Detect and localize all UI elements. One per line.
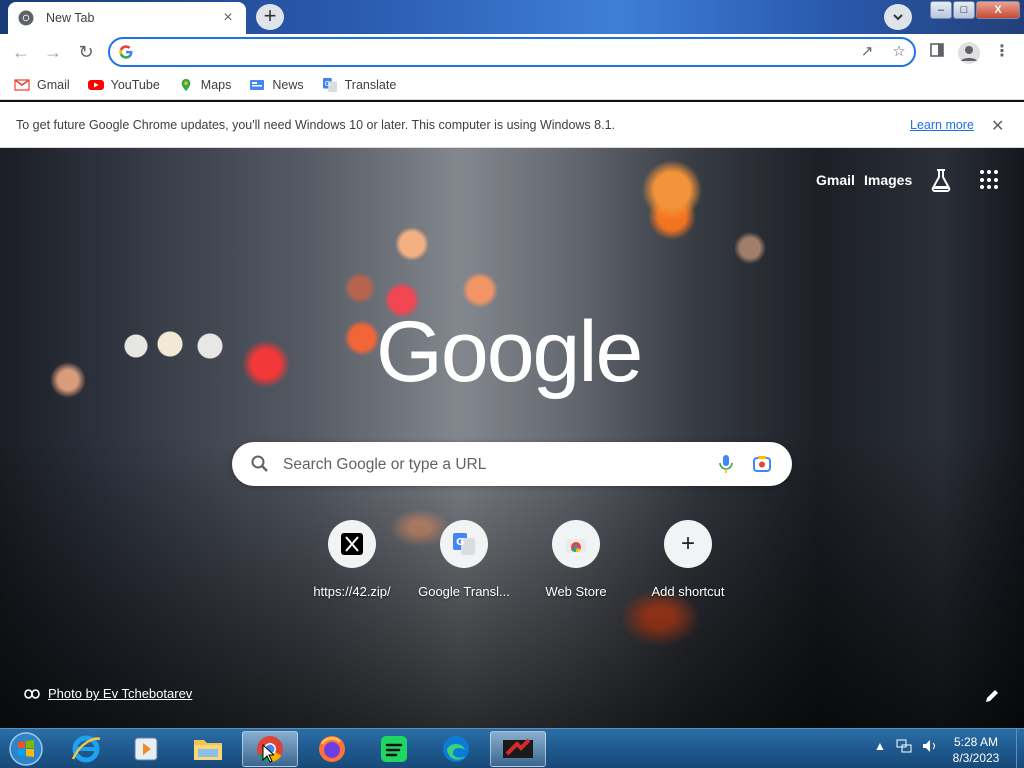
google-translate-icon: G — [453, 533, 475, 555]
microphone-icon[interactable] — [718, 454, 734, 474]
minimize-button[interactable]: – — [930, 1, 952, 19]
chevron-down-icon — [893, 14, 903, 21]
windows-taskbar: ▲ 5:28 AM 8/3/2023 — [0, 728, 1024, 768]
tab-search-button[interactable] — [884, 4, 912, 30]
chrome-icon — [18, 10, 34, 26]
add-shortcut-button[interactable]: + Add shortcut — [632, 520, 744, 599]
shortcut-google-translate[interactable]: G Google Transl... — [408, 520, 520, 599]
learn-more-link[interactable]: Learn more — [910, 118, 974, 132]
reload-icon[interactable]: ↻ — [75, 41, 97, 63]
system-tray: ▲ — [874, 739, 938, 753]
network-icon[interactable] — [896, 739, 912, 753]
bookmark-youtube[interactable]: YouTube — [87, 78, 160, 92]
web-store-icon — [566, 539, 586, 553]
svg-text:G: G — [324, 79, 329, 87]
taskbar-file-explorer[interactable] — [180, 731, 236, 767]
translate-icon: G — [322, 77, 337, 92]
profile-avatar[interactable] — [958, 42, 980, 64]
mouse-cursor — [262, 744, 274, 763]
shortcut-label: Add shortcut — [651, 584, 725, 599]
taskbar-edge[interactable] — [428, 731, 484, 767]
google-apps-icon[interactable] — [980, 170, 1000, 190]
bookmark-news[interactable]: News — [249, 78, 304, 92]
taskbar-game[interactable] — [490, 731, 546, 767]
close-window-button[interactable]: X — [976, 1, 1020, 19]
show-hidden-icons-icon[interactable]: ▲ — [874, 739, 886, 753]
infobar-message: To get future Google Chrome updates, you… — [16, 118, 615, 132]
clock-date: 8/3/2023 — [952, 751, 1000, 765]
tab-title: New Tab — [46, 11, 95, 25]
taskbar-media-player[interactable] — [118, 731, 174, 767]
side-panel-icon[interactable] — [927, 42, 947, 62]
images-link[interactable]: Images — [864, 172, 912, 188]
plus-icon: + — [680, 530, 695, 557]
shortcut-web-store[interactable]: Web Store — [520, 520, 632, 599]
shortcut-label: Web Store — [545, 584, 607, 599]
taskbar-clock[interactable]: 5:28 AM 8/3/2023 — [946, 734, 1006, 766]
bookmarks-bar: Gmail YouTube Maps News G Translate — [0, 70, 1024, 100]
maximize-button[interactable]: □ — [953, 1, 975, 19]
show-desktop-button[interactable] — [1016, 729, 1024, 768]
share-icon[interactable]: ↗ — [858, 43, 876, 61]
browser-toolbar: ← → ↻ ↗ ☆ ⋮ — [0, 34, 1024, 70]
volume-icon[interactable] — [922, 739, 938, 753]
forward-arrow-icon[interactable]: → — [42, 41, 64, 63]
search-icon — [251, 455, 268, 472]
svg-text:G: G — [456, 537, 464, 548]
taskbar-spotify[interactable] — [366, 731, 422, 767]
taskbar-firefox[interactable] — [304, 731, 360, 767]
gmail-icon — [14, 78, 30, 91]
start-button[interactable] — [4, 731, 48, 767]
window-controls: – □ X — [930, 1, 1020, 19]
link-icon — [24, 688, 40, 699]
maps-icon — [181, 78, 191, 91]
update-infobar: To get future Google Chrome updates, you… — [0, 102, 1024, 148]
clock-time: 5:28 AM — [953, 735, 999, 749]
youtube-icon — [87, 79, 104, 90]
search-placeholder[interactable]: Search Google or type a URL — [283, 456, 486, 474]
address-bar[interactable]: ↗ ☆ — [108, 37, 916, 67]
shortcut-label: https://42.zip/ — [313, 584, 391, 599]
bookmark-maps[interactable]: Maps — [178, 78, 231, 92]
edge-icon — [443, 736, 469, 762]
ntp-search-box[interactable]: Search Google or type a URL — [232, 442, 792, 486]
labs-flask-icon[interactable] — [930, 168, 952, 192]
photo-credit[interactable]: Photo by Ev Tchebotarev — [24, 686, 192, 701]
customize-pencil-icon[interactable] — [982, 686, 1002, 706]
bookmark-translate[interactable]: G Translate — [322, 77, 396, 92]
menu-dots-icon[interactable]: ⋮ — [992, 42, 1012, 62]
new-tab-button[interactable]: + — [256, 4, 284, 30]
x-logo-icon — [341, 533, 363, 555]
tab-strip: New Tab × + – □ X — [0, 0, 1024, 34]
game-icon — [503, 738, 533, 758]
star-icon[interactable]: ☆ — [890, 43, 908, 61]
new-tab-page: Gmail Images Google Search Google or typ… — [0, 148, 1024, 728]
firefox-icon — [319, 736, 345, 762]
spotify-icon — [381, 736, 407, 762]
gmail-link[interactable]: Gmail — [816, 172, 855, 188]
photo-credit-text[interactable]: Photo by Ev Tchebotarev — [48, 686, 192, 701]
shortcut-tiles: https://42.zip/ G Google Transl... Web S… — [296, 520, 744, 599]
google-lens-icon[interactable] — [752, 454, 772, 474]
shortcut-label: Google Transl... — [418, 584, 510, 599]
shortcut-42-zip[interactable]: https://42.zip/ — [296, 520, 408, 599]
media-player-icon — [134, 737, 158, 761]
tab-close-icon[interactable]: × — [220, 10, 236, 26]
ie-icon — [71, 735, 101, 763]
google-g-icon — [119, 45, 133, 59]
file-explorer-icon — [194, 740, 222, 760]
bookmark-gmail[interactable]: Gmail — [14, 78, 70, 92]
taskbar-ie[interactable] — [58, 731, 114, 767]
infobar-close-icon[interactable]: ✕ — [991, 116, 1004, 136]
back-arrow-icon[interactable]: ← — [10, 41, 32, 63]
tab-new-tab[interactable]: New Tab × — [8, 2, 246, 34]
news-icon — [250, 79, 265, 90]
google-logo: Google — [376, 304, 643, 400]
